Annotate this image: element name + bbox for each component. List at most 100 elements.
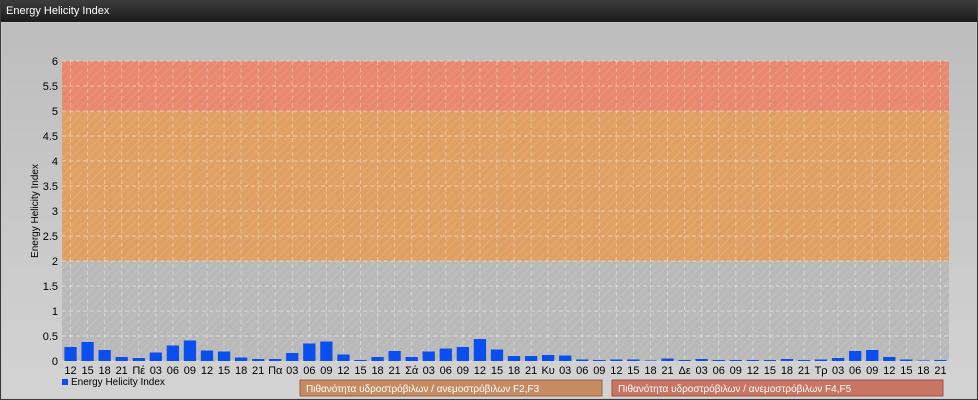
x-tick-label: 18	[371, 365, 383, 377]
bar-19	[388, 351, 401, 361]
y-tick-label: 4	[52, 156, 58, 168]
bar-27	[524, 356, 538, 361]
x-tick-label: 09	[184, 365, 196, 377]
bar-0	[64, 347, 77, 361]
x-tick-label: 15	[354, 365, 366, 377]
x-tick-label: 12	[747, 365, 759, 377]
legend-series-swatch	[62, 379, 68, 385]
x-tick-label: 09	[457, 365, 469, 377]
bar-20	[405, 357, 418, 361]
bar-24	[473, 339, 487, 361]
x-tick-label: 12	[201, 365, 213, 377]
bar-28	[542, 355, 555, 361]
bar-48	[883, 357, 896, 361]
bar-11	[252, 359, 265, 361]
bar-33	[627, 359, 640, 361]
bar-44	[814, 359, 828, 361]
x-tick-label: Πα	[268, 365, 283, 377]
y-tick-label: 3.5	[43, 181, 58, 193]
bar-43	[797, 360, 811, 361]
x-tick-label: 12	[883, 365, 895, 377]
bar-26	[507, 356, 521, 361]
bar-32	[610, 359, 623, 361]
bar-22	[439, 348, 452, 361]
x-tick-label: 18	[644, 365, 656, 377]
x-tick-label: 06	[440, 365, 452, 377]
bar-3	[115, 357, 128, 361]
x-tick-label: 03	[423, 365, 435, 377]
bar-50	[917, 360, 930, 361]
x-tick-label: 15	[764, 365, 776, 377]
bar-7	[183, 340, 197, 361]
bar-37	[695, 359, 708, 361]
y-tick-label: 0.5	[43, 331, 58, 343]
y-tick-label: 4.5	[43, 131, 58, 143]
bar-8	[200, 350, 214, 361]
bar-47	[866, 350, 879, 361]
bar-46	[849, 351, 862, 361]
x-tick-label: 06	[167, 365, 179, 377]
x-tick-label: 09	[866, 365, 878, 377]
x-tick-label: 15	[627, 365, 639, 377]
bar-29	[559, 355, 572, 361]
x-tick-label: 12	[474, 365, 486, 377]
bar-6	[166, 345, 180, 361]
x-tick-label: 15	[491, 365, 503, 377]
x-tick-label: 09	[730, 365, 742, 377]
bar-1	[81, 342, 94, 361]
bar-13	[286, 353, 299, 361]
x-tick-label: 18	[235, 365, 247, 377]
legend-band-f4f5-label: Πιθανότητα υδροστρόβιλων / ανεμοστρόβιλω…	[618, 383, 852, 395]
bar-39	[729, 360, 742, 361]
x-tick-label: 03	[832, 365, 844, 377]
bar-42	[780, 359, 794, 361]
chart-panel: 0 0.5 1 1.5 2 2.5 3 3.5 4 4.5 5 5.5 6 12 15 18 21 Πέ 03 06…	[2, 23, 976, 398]
bar-36	[678, 360, 691, 361]
x-tick-label: 09	[593, 365, 605, 377]
y-tick-label: 3	[52, 206, 58, 218]
bar-12	[269, 359, 282, 361]
y-tick-label: 6	[52, 56, 58, 68]
x-tick-label: 21	[389, 365, 401, 377]
bar-15	[320, 341, 333, 361]
bar-45	[831, 358, 845, 361]
bar-41	[763, 360, 777, 361]
helicity-chart: 0 0.5 1 1.5 2 2.5 3 3.5 4 4.5 5 5.5 6 12 15 18 21 Πέ 03 06…	[30, 56, 949, 397]
bar-10	[234, 357, 248, 361]
bar-49	[900, 359, 913, 361]
bar-34	[644, 360, 657, 361]
x-tick-label: 15	[218, 365, 230, 377]
legend-band-f2f3-label: Πιθανότητα υδροστρόβιλων / ανεμοστρόβιλω…	[306, 383, 540, 395]
x-tick-label: 18	[99, 365, 111, 377]
x-tick-label: Κυ	[541, 365, 554, 377]
x-tick-label: 18	[917, 365, 929, 377]
x-tick-label: 18	[508, 365, 520, 377]
x-tick-label: 09	[320, 365, 332, 377]
bar-4	[132, 358, 145, 361]
x-tick-label: 12	[337, 365, 349, 377]
bar-51	[934, 360, 947, 361]
y-tick-label: 2	[52, 256, 58, 268]
x-tick-label: 03	[150, 365, 162, 377]
chart-window: Energy Helicity Index 0 0.5 1 1.5 2 2.5 3 3.5 4 4…	[0, 0, 978, 400]
bar-25	[490, 349, 504, 361]
bar-40	[746, 360, 759, 361]
x-tick-label: 03	[286, 365, 298, 377]
x-tick-label: 21	[252, 365, 264, 377]
bar-35	[661, 358, 674, 361]
x-tick-label: 03	[559, 365, 571, 377]
bar-16	[337, 354, 350, 361]
bar-38	[712, 360, 725, 361]
x-tick-label: 12	[64, 365, 76, 377]
bar-18	[371, 357, 384, 361]
x-tick-label: 06	[713, 365, 725, 377]
bar-23	[456, 347, 469, 361]
legend-series-label: Energy Helicity Index	[71, 377, 165, 388]
bar-30	[576, 359, 589, 361]
x-tick-label: 21	[661, 365, 673, 377]
bar-5	[149, 352, 162, 361]
x-tick-label: 15	[900, 365, 912, 377]
y-tick-label: 2.5	[43, 231, 58, 243]
x-tick-label: Δε	[678, 365, 690, 377]
bar-14	[303, 343, 316, 361]
